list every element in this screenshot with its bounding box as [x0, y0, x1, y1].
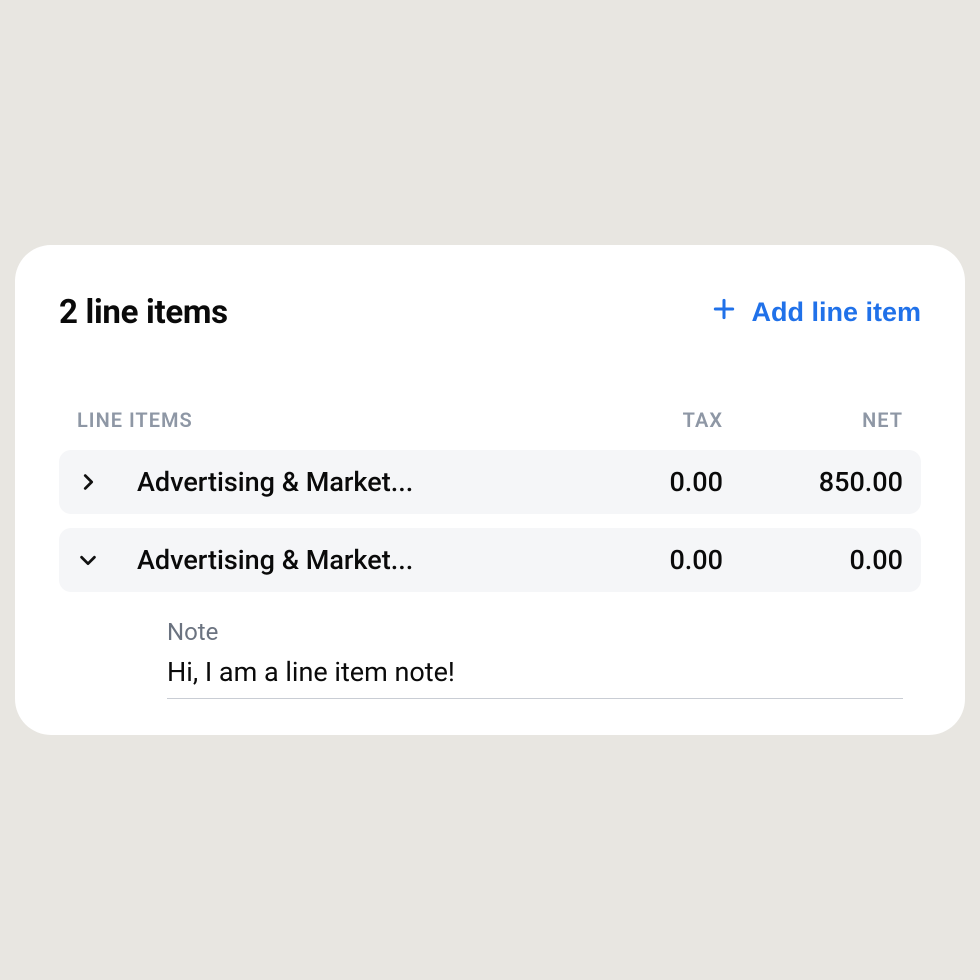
- note-input[interactable]: [167, 652, 903, 699]
- column-header-tax: TAX: [583, 408, 723, 432]
- row-tax: 0.00: [583, 466, 723, 498]
- add-line-item-label: Add line item: [751, 297, 921, 328]
- row-name: Advertising & Market...: [137, 466, 583, 498]
- row-name: Advertising & Market...: [137, 544, 583, 576]
- row-net: 850.00: [723, 466, 903, 498]
- card-title: 2 line items: [59, 293, 228, 332]
- table-row[interactable]: Advertising & Market... 0.00 850.00: [59, 450, 921, 514]
- row-net: 0.00: [723, 544, 903, 576]
- chevron-down-icon: [77, 549, 137, 571]
- chevron-right-icon: [77, 471, 137, 493]
- note-section: Note: [59, 606, 921, 711]
- columns-header: LINE ITEMS TAX NET: [59, 408, 921, 450]
- note-label: Note: [167, 618, 903, 646]
- line-items-card: 2 line items Add line item LINE ITEMS TA…: [15, 245, 965, 735]
- plus-icon: [711, 296, 737, 329]
- card-header: 2 line items Add line item: [59, 293, 921, 332]
- table-row[interactable]: Advertising & Market... 0.00 0.00: [59, 528, 921, 592]
- column-header-net: NET: [723, 408, 903, 432]
- column-header-line-items: LINE ITEMS: [77, 408, 583, 432]
- add-line-item-button[interactable]: Add line item: [711, 296, 921, 329]
- row-tax: 0.00: [583, 544, 723, 576]
